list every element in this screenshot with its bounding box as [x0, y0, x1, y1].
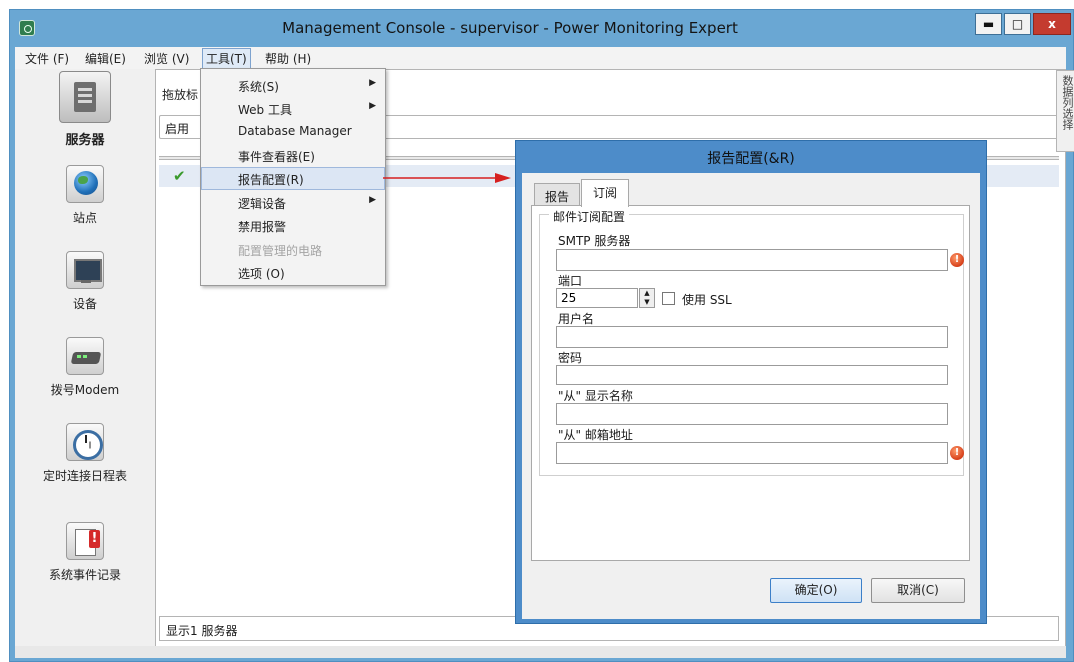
sidebar-item-label: 拨号Modem: [50, 383, 120, 397]
sidebar: 服务器 站点 设备 拨号Modem 定时连接日程表 系统事件记录: [15, 69, 155, 657]
ssl-label: 使用 SSL: [682, 293, 732, 307]
sidebar-item-device[interactable]: 设备: [15, 251, 155, 312]
bottom-strip: [15, 646, 1066, 658]
check-icon: ✔: [173, 167, 186, 185]
menu-item-label: 禁用报警: [238, 220, 287, 234]
ssl-checkbox[interactable]: [662, 292, 675, 305]
group-title: 邮件订阅配置: [549, 208, 630, 225]
menu-tools[interactable]: 工具(T): [202, 48, 251, 69]
menu-item-database-manager[interactable]: Database Manager: [201, 120, 385, 143]
menu-item-label: 配置管理的电路: [238, 244, 323, 258]
menu-item-label: 系统(S): [238, 80, 279, 94]
password-input[interactable]: [556, 365, 948, 385]
menu-item-label: Database Manager: [238, 124, 352, 138]
modem-icon: [66, 337, 104, 375]
smtp-server-input[interactable]: [556, 249, 948, 271]
port-spinner[interactable]: ▲ ▼: [639, 288, 655, 308]
dialog-body: 报告 订阅 邮件订阅配置 SMTP 服务器 ! 端口 ▲▼ 使用 SSL 用户名…: [522, 173, 980, 619]
maximize-button[interactable]: □: [1004, 13, 1031, 35]
sidebar-item-schedule[interactable]: 定时连接日程表: [15, 423, 155, 484]
menu-bar: 文件 (F) 编辑(E) 浏览 (V) 工具(T) 帮助 (H): [15, 47, 1066, 69]
title-bar[interactable]: Management Console - supervisor - Power …: [10, 10, 1073, 48]
port-label: 端口: [558, 274, 583, 288]
menu-file[interactable]: 文件 (F): [25, 50, 69, 67]
group-by-hint: 拖放标: [162, 88, 199, 102]
cancel-button[interactable]: 取消(C): [871, 578, 965, 603]
menu-item-web-tools[interactable]: Web 工具 ▶: [201, 97, 385, 120]
submenu-arrow-icon: ▶: [369, 78, 376, 88]
menu-item-managed-circuits: 配置管理的电路: [201, 238, 385, 261]
clock-icon: [66, 423, 104, 461]
sidebar-item-label: 站点: [72, 211, 97, 225]
tab-panel-subscription: 邮件订阅配置 SMTP 服务器 ! 端口 ▲▼ 使用 SSL 用户名 密码 "从…: [531, 205, 970, 561]
server-icon: [59, 71, 111, 123]
from-email-label: "从" 邮箱地址: [558, 428, 633, 442]
menu-item-label: 事件查看器(E): [238, 150, 315, 164]
close-button[interactable]: x: [1033, 13, 1071, 35]
menu-item-label: 报告配置(R): [238, 173, 304, 187]
tab-subscription[interactable]: 订阅: [581, 179, 629, 207]
cropped-caption: [0, 0, 1074, 6]
sidebar-item-label: 定时连接日程表: [42, 469, 127, 483]
filter-text: 启用: [165, 122, 190, 136]
error-icon: !: [950, 253, 964, 267]
menu-edit[interactable]: 编辑(E): [85, 50, 126, 67]
menu-item-event-viewer[interactable]: 事件查看器(E): [201, 144, 385, 167]
minimize-button[interactable]: ▬: [975, 13, 1002, 35]
callout-arrow: [383, 173, 511, 183]
monitor-icon: [66, 251, 104, 289]
dialog-title: 报告配置(&R): [707, 151, 795, 167]
port-input[interactable]: [556, 288, 638, 308]
tab-report[interactable]: 报告: [534, 183, 580, 206]
from-name-label: "从" 显示名称: [558, 389, 633, 403]
submenu-arrow-icon: ▶: [369, 101, 376, 111]
sidebar-item-server[interactable]: 服务器: [15, 71, 155, 148]
menu-item-report-config[interactable]: 报告配置(R): [201, 167, 385, 190]
tools-menu: 系统(S) ▶ Web 工具 ▶ Database Manager 事件查看器(E)…: [200, 68, 386, 286]
submenu-arrow-icon: ▶: [369, 195, 376, 205]
event-log-icon: [66, 522, 104, 560]
sidebar-item-site[interactable]: 站点: [15, 165, 155, 226]
sidebar-item-modem[interactable]: 拨号Modem: [15, 337, 155, 398]
menu-item-options[interactable]: 选项 (O): [201, 261, 385, 284]
from-email-input[interactable]: [556, 442, 948, 464]
sidebar-item-label: 设备: [72, 297, 97, 311]
report-config-dialog: 报告配置(&R) 报告 订阅 邮件订阅配置 SMTP 服务器 ! 端口 ▲▼ 使…: [515, 140, 987, 624]
username-input[interactable]: [556, 326, 948, 348]
error-icon: !: [950, 446, 964, 460]
sidebar-item-event-log[interactable]: 系统事件记录: [15, 522, 155, 583]
sidebar-item-label: 服务器: [65, 133, 105, 148]
password-label: 密码: [558, 351, 583, 365]
smtp-label: SMTP 服务器: [558, 234, 631, 248]
menu-item-label: 逻辑设备: [238, 197, 287, 211]
status-text: 显示1 服务器: [166, 624, 238, 638]
menu-view[interactable]: 浏览 (V): [144, 50, 189, 67]
sidebar-item-label: 系统事件记录: [48, 568, 121, 582]
column-chooser-tab[interactable]: 数据列选择: [1056, 70, 1074, 152]
menu-item-label: 选项 (O): [238, 267, 285, 281]
menu-help[interactable]: 帮助 (H): [265, 50, 311, 67]
ok-button[interactable]: 确定(O): [770, 578, 862, 603]
menu-item-system[interactable]: 系统(S) ▶: [201, 74, 385, 97]
menu-item-label: Web 工具: [238, 103, 292, 117]
menu-item-logical-devices[interactable]: 逻辑设备 ▶: [201, 191, 385, 214]
from-name-input[interactable]: [556, 403, 948, 425]
username-label: 用户名: [558, 312, 595, 326]
menu-item-disable-alarms[interactable]: 禁用报警: [201, 214, 385, 237]
window-title: Management Console - supervisor - Power …: [282, 19, 738, 37]
globe-icon: [66, 165, 104, 203]
